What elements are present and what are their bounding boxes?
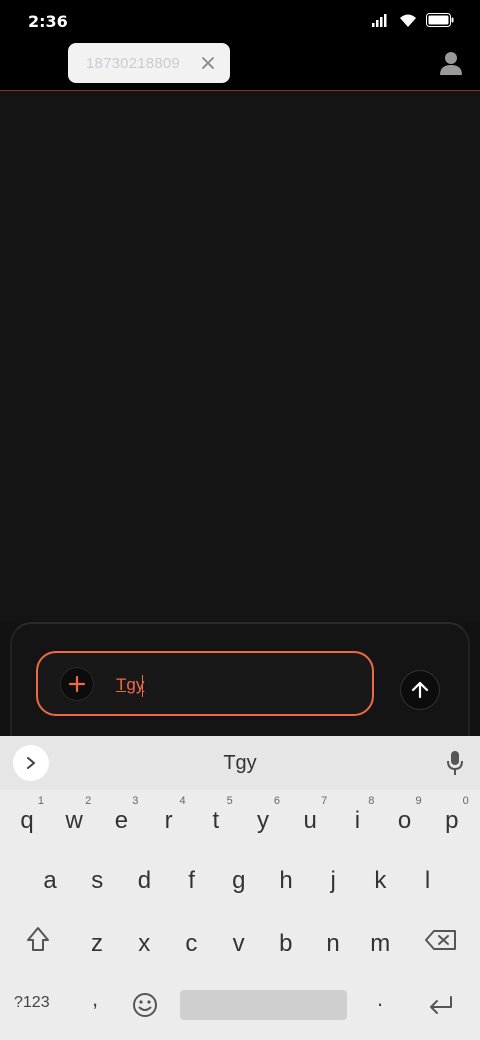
key-label: o [397, 807, 412, 834]
key-i[interactable]: i8 [334, 793, 380, 849]
key-hint: 1 [37, 795, 44, 807]
keyboard: Tgy ?123 , . q1w2e3r4t5y6u7i8o9p0asdfghj… [0, 736, 480, 1040]
key-x[interactable]: x [121, 916, 167, 972]
wifi-icon [400, 14, 416, 27]
key-hint: 9 [415, 795, 422, 807]
key-g[interactable]: g [216, 853, 262, 909]
key-l[interactable]: l [405, 853, 451, 909]
key-label: p [445, 807, 459, 834]
key-w[interactable]: w2 [51, 793, 97, 849]
key-label: m [370, 930, 391, 957]
key-label: c [185, 930, 198, 957]
recipient-bar: 18730218809 [0, 43, 480, 91]
recipient-number: 18730218809 [86, 54, 180, 72]
shift-icon[interactable] [22, 920, 54, 956]
key-hint: 2 [85, 795, 92, 807]
add-attachment-button[interactable] [60, 667, 94, 701]
key-r[interactable]: r4 [146, 793, 192, 849]
enter-icon[interactable] [428, 995, 454, 1015]
close-icon[interactable] [200, 55, 216, 71]
key-label: f [188, 867, 195, 894]
text-caret [142, 675, 143, 697]
key-label: j [330, 867, 336, 894]
status-time: 2:36 [28, 12, 68, 31]
key-label: q [20, 807, 34, 834]
key-b[interactable]: b [263, 916, 309, 972]
key-t[interactable]: t5 [193, 793, 239, 849]
key-label: g [232, 867, 246, 894]
key-label: e [114, 807, 129, 834]
key-k[interactable]: k [357, 853, 403, 909]
recipient-chip[interactable]: 18730218809 [68, 43, 230, 83]
key-label: z [91, 930, 103, 957]
key-hint: 7 [321, 795, 328, 807]
key-hint: 5 [226, 795, 233, 807]
arrow-up-icon [411, 681, 429, 699]
key-c[interactable]: c [168, 916, 214, 972]
key-a[interactable]: a [27, 853, 73, 909]
key-q[interactable]: q1 [4, 793, 50, 849]
key-hint: 3 [132, 795, 139, 807]
key-hint: 6 [273, 795, 280, 807]
suggestion-word[interactable]: Tgy [0, 752, 480, 775]
emoji-icon[interactable] [132, 992, 158, 1018]
signal-icon [372, 14, 387, 27]
key-p[interactable]: p0 [429, 793, 475, 849]
key-h[interactable]: h [263, 853, 309, 909]
key-hint: 8 [368, 795, 375, 807]
key-label: n [326, 930, 340, 957]
key-label: u [303, 807, 317, 834]
send-button[interactable] [400, 670, 440, 710]
key-j[interactable]: j [310, 853, 356, 909]
key-y[interactable]: y6 [240, 793, 286, 849]
key-o[interactable]: o9 [382, 793, 428, 849]
key-label: b [279, 930, 293, 957]
space-key[interactable] [180, 990, 347, 1020]
key-m[interactable]: m [357, 916, 403, 972]
key-z[interactable]: z [74, 916, 120, 972]
key-label: a [43, 867, 57, 894]
key-label: l [424, 867, 431, 894]
key-d[interactable]: d [121, 853, 167, 909]
key-u[interactable]: u7 [287, 793, 333, 849]
backspace-icon[interactable] [424, 929, 458, 951]
key-label: i [354, 807, 361, 834]
person-icon[interactable] [438, 50, 464, 76]
key-label: r [164, 807, 173, 834]
key-label: h [279, 867, 293, 894]
key-label: y [257, 807, 269, 834]
period-key[interactable]: . [377, 986, 383, 1012]
message-list [0, 91, 480, 621]
key-n[interactable]: n [310, 916, 356, 972]
plus-icon [68, 675, 86, 693]
key-hint: 0 [462, 795, 469, 807]
key-label: k [374, 867, 387, 894]
key-label: w [65, 807, 83, 834]
key-label: t [212, 807, 220, 834]
key-v[interactable]: v [216, 916, 262, 972]
key-label: v [232, 930, 245, 957]
key-f[interactable]: f [169, 853, 215, 909]
symbols-key[interactable]: ?123 [14, 994, 50, 1012]
key-label: x [138, 930, 151, 957]
battery-icon [426, 13, 454, 27]
microphone-icon[interactable] [446, 750, 464, 776]
comma-key[interactable]: , [92, 986, 98, 1012]
key-hint: 4 [179, 795, 186, 807]
message-input-text[interactable]: Tgy [116, 675, 144, 695]
status-bar: 2:36 [0, 0, 480, 44]
key-e[interactable]: e3 [98, 793, 144, 849]
key-label: d [137, 867, 152, 894]
suggestion-strip: Tgy [0, 736, 480, 790]
key-label: s [91, 867, 104, 894]
key-s[interactable]: s [74, 853, 120, 909]
